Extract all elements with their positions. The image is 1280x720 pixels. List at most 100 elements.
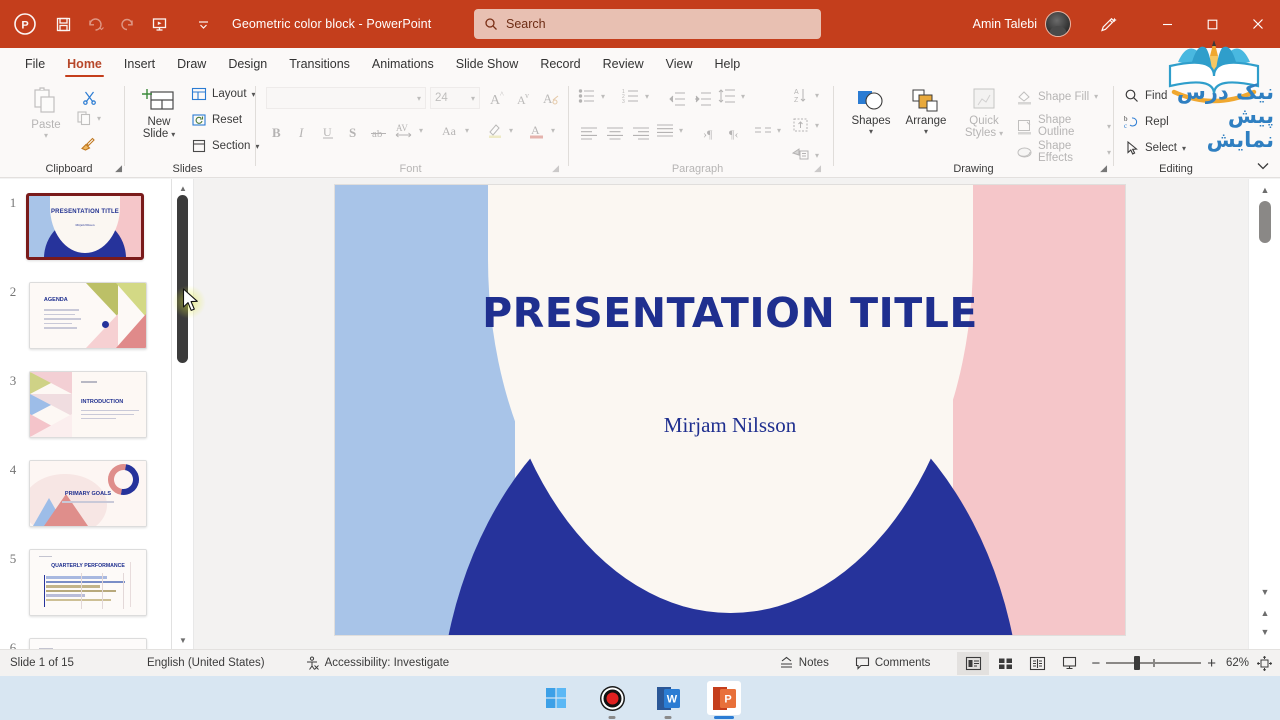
slide-editing-area[interactable]: PRESENTATION TITLE Mirjam Nilsson [194, 179, 1248, 649]
thumbnail-item-1[interactable]: 1 PRESENTATION TITLE Mirjam Nilsson [0, 193, 171, 260]
clear-formatting-button[interactable]: A [540, 87, 562, 109]
redo-icon[interactable] [112, 9, 142, 39]
decrease-indent-button[interactable] [666, 88, 688, 110]
smartart-chevron-down-icon[interactable]: ▾ [815, 151, 819, 160]
cut-button[interactable] [78, 86, 100, 108]
shape-effects-button[interactable]: Shape Effects ▾ [1016, 140, 1111, 164]
start-presentation-icon[interactable] [144, 9, 174, 39]
text-direction-button[interactable]: AZ ▾ [792, 86, 819, 104]
justify-button[interactable]: ▾ [656, 122, 683, 138]
columns-button[interactable]: ▾ [754, 122, 781, 138]
next-slide-button[interactable]: ▼ [1258, 625, 1272, 639]
thumbnail-preview[interactable]: PRESENTATION TITLE Mirjam Nilsson [26, 193, 144, 260]
font-name-input[interactable]: ▾ [266, 87, 426, 109]
character-spacing-chevron-down-icon[interactable]: ▾ [419, 126, 423, 135]
customize-qat-icon[interactable] [188, 9, 218, 39]
powerpoint-icon[interactable]: P [707, 681, 741, 719]
paste-button[interactable]: Paste ▾ [22, 86, 70, 140]
line-spacing-chevron-down-icon[interactable]: ▾ [741, 92, 745, 101]
convert-to-smartart-button[interactable]: ▾ [792, 146, 819, 164]
tab-design[interactable]: Design [217, 50, 278, 78]
shape-effects-chevron-down-icon[interactable]: ▾ [1107, 148, 1111, 157]
minimize-button[interactable] [1145, 0, 1190, 48]
copy-chevron-down-icon[interactable]: ▾ [97, 114, 101, 123]
thumbnail-preview[interactable]: AGENDA [29, 282, 147, 349]
numbering-button[interactable]: 123 ▾ [622, 88, 649, 104]
numbering-chevron-down-icon[interactable]: ▾ [645, 92, 649, 101]
section-button[interactable]: Section ▾ [191, 138, 259, 154]
bullets-chevron-down-icon[interactable]: ▾ [601, 92, 605, 101]
zoom-percentage[interactable]: 62% [1222, 650, 1253, 677]
zoom-in-button[interactable]: + [1201, 650, 1222, 677]
text-direction-ltr-button[interactable]: ¶‹ [726, 122, 748, 144]
close-button[interactable] [1235, 0, 1280, 48]
justify-chevron-down-icon[interactable]: ▾ [679, 126, 683, 135]
powerpoint-app-icon[interactable]: P [10, 9, 40, 39]
shape-fill-button[interactable]: Shape Fill ▾ [1016, 88, 1098, 105]
tab-help[interactable]: Help [703, 50, 751, 78]
normal-view-button[interactable] [957, 651, 990, 675]
increase-indent-button[interactable] [692, 88, 714, 110]
font-size-input[interactable]: 24 ▾ [430, 87, 480, 109]
tab-view[interactable]: View [655, 50, 704, 78]
shape-outline-chevron-down-icon[interactable]: ▾ [1107, 122, 1111, 131]
slide-thumbnail-pane[interactable]: 1 PRESENTATION TITLE Mirjam Nilsson 2 AG… [0, 179, 172, 649]
thumbnail-item-4[interactable]: 4 PRIMARY GOALS [0, 460, 171, 527]
text-shadow-button[interactable]: S [343, 121, 365, 143]
pen-tools-icon[interactable] [1093, 9, 1123, 39]
underline-button[interactable]: U [317, 121, 339, 143]
comments-button[interactable]: Comments [846, 650, 940, 677]
word-icon[interactable]: W [651, 681, 685, 719]
tab-draw[interactable]: Draw [166, 50, 217, 78]
new-slide-chevron-down-icon[interactable]: ▾ [171, 130, 175, 139]
tab-animations[interactable]: Animations [361, 50, 445, 78]
fit-to-window-button[interactable] [1253, 650, 1280, 677]
previous-slide-button[interactable]: ▲ [1258, 606, 1272, 620]
shapes-button[interactable]: Shapes ▾ [846, 88, 896, 136]
current-slide[interactable]: PRESENTATION TITLE Mirjam Nilsson [335, 185, 1125, 635]
drawing-dialog-launcher[interactable]: ◢ [1100, 163, 1107, 174]
columns-chevron-down-icon[interactable]: ▾ [777, 126, 781, 135]
quick-styles-button[interactable]: Quick Styles ▾ [958, 88, 1010, 139]
collapse-ribbon-button[interactable] [1252, 155, 1274, 177]
reset-button[interactable]: Reset [191, 112, 242, 128]
tab-slide-show[interactable]: Slide Show [445, 50, 530, 78]
thumbnail-item-3[interactable]: 3 INTRODUCTION [0, 371, 171, 438]
thumbnail-preview[interactable]: PRIMARY GOALS [29, 460, 147, 527]
thumbnail-item-6[interactable]: 6 [0, 638, 171, 649]
change-case-button[interactable]: Aa ▾ [440, 121, 469, 139]
bold-button[interactable]: B [266, 121, 288, 143]
zoom-out-button[interactable]: − [1085, 650, 1106, 677]
font-color-button[interactable]: A ▾ [528, 121, 555, 139]
slide-sorter-button[interactable] [989, 652, 1021, 675]
tab-record[interactable]: Record [529, 50, 591, 78]
language-indicator[interactable]: English (United States) [138, 650, 274, 677]
text-direction-rtl-button[interactable]: ›¶ [700, 122, 722, 144]
accessibility-checker[interactable]: Accessibility: Investigate [296, 650, 459, 677]
notes-button[interactable]: Notes [770, 650, 838, 677]
scroll-down-arrow-icon[interactable]: ▼ [176, 634, 190, 646]
font-name-chevron-down-icon[interactable]: ▾ [417, 94, 421, 103]
thumbnail-preview[interactable] [29, 638, 147, 649]
align-center-button[interactable] [604, 122, 626, 144]
zoom-slider-handle[interactable] [1134, 656, 1141, 670]
paragraph-dialog-launcher[interactable]: ◢ [814, 163, 821, 174]
paste-chevron-down-icon[interactable]: ▾ [44, 131, 48, 140]
tab-insert[interactable]: Insert [113, 50, 166, 78]
find-button[interactable]: Find [1124, 88, 1167, 104]
arrange-button[interactable]: Arrange ▾ [900, 88, 952, 136]
font-size-chevron-down-icon[interactable]: ▾ [471, 94, 475, 103]
maximize-button[interactable] [1190, 0, 1235, 48]
shape-fill-chevron-down-icon[interactable]: ▾ [1094, 92, 1098, 101]
shape-outline-button[interactable]: Shape Outline ▾ [1016, 114, 1111, 138]
scroll-down-arrow-icon[interactable]: ▼ [1258, 585, 1272, 599]
thumbnail-item-5[interactable]: 5 QUARTERLY PERFORMANCE [0, 549, 171, 616]
undo-icon[interactable] [80, 9, 110, 39]
account-name[interactable]: Amin Talebi [973, 17, 1037, 31]
text-direction-chevron-down-icon[interactable]: ▾ [815, 91, 819, 100]
slide-title[interactable]: PRESENTATION TITLE [335, 293, 1125, 334]
windows-start-icon[interactable] [539, 681, 573, 715]
search-box[interactable]: Search [474, 9, 821, 39]
strikethrough-button[interactable]: ab [368, 121, 390, 143]
copy-button[interactable]: ▾ [76, 110, 101, 126]
